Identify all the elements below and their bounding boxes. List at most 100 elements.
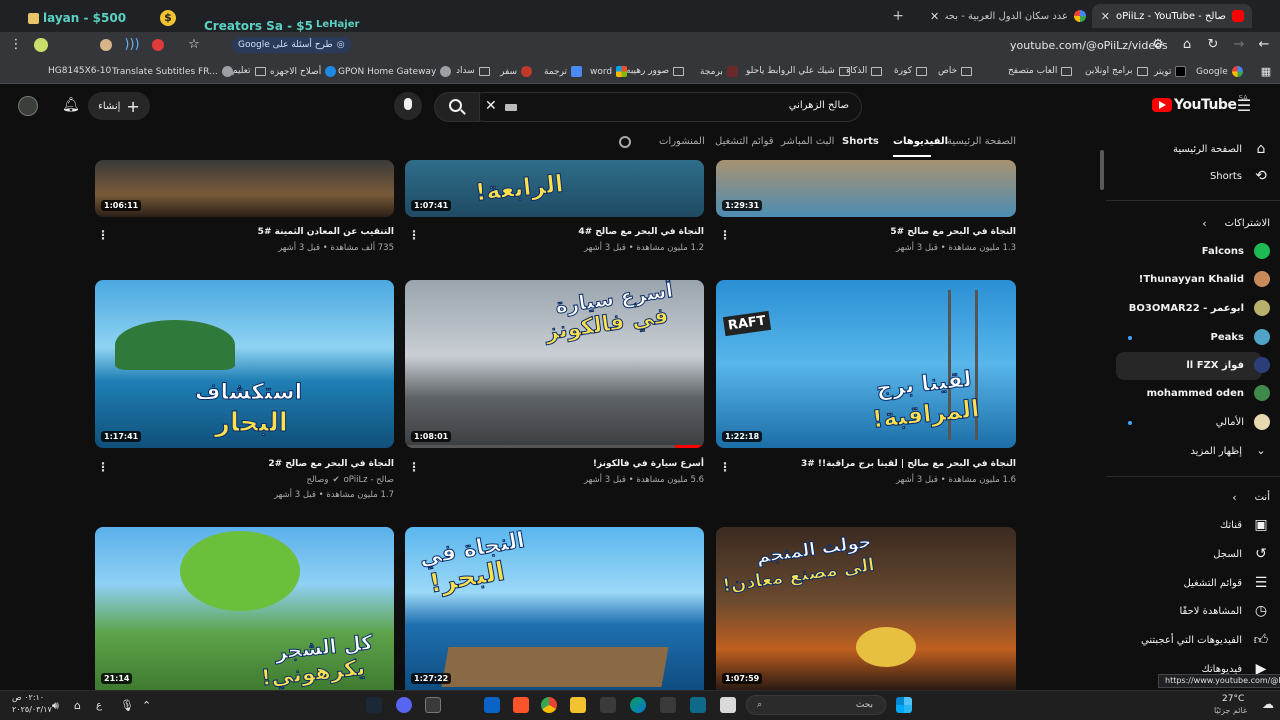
steam-icon[interactable] xyxy=(366,697,382,713)
content-scrollbar[interactable] xyxy=(1098,130,1106,690)
channel-search-icon[interactable] xyxy=(619,136,631,148)
edge-icon[interactable] xyxy=(630,697,646,713)
speaker-icon[interactable]: 🔊︎ xyxy=(52,699,59,713)
video-thumbnail[interactable]: أسرع سيارة في فالكونز 1:08:01 xyxy=(405,280,704,448)
video-menu-icon[interactable]: ⋮ xyxy=(719,461,731,473)
sidebar-item-playlists[interactable]: ☰ قوائم التشغيل xyxy=(1183,570,1270,596)
bookmark-item[interactable]: Translate Subtitles FR... xyxy=(112,66,233,77)
extension-lehajer[interactable]: LeHajer xyxy=(316,16,359,32)
sidebar-item-shorts[interactable]: ⟲ Shorts xyxy=(1210,163,1270,189)
video-menu-icon[interactable]: ⋮ xyxy=(97,229,109,241)
video-title[interactable]: النجاة في البحر مع صالح #4 xyxy=(578,227,704,237)
xbox-icon[interactable] xyxy=(425,697,441,713)
weather-desc[interactable]: غائم جزئيًا xyxy=(1214,706,1247,715)
bookmark-item[interactable]: GPON Home Gateway xyxy=(338,66,452,77)
sidebar-sub-item[interactable]: mohammed oden xyxy=(1147,380,1270,406)
apps-grid-icon[interactable]: ▦ xyxy=(1258,64,1274,80)
chevron-up-icon[interactable]: ⌃ xyxy=(142,699,151,712)
bookmark-item[interactable]: صوور رهيبه xyxy=(626,66,685,76)
bookmark-item[interactable]: أصلاح الاجهزه xyxy=(270,66,337,77)
bookmark-item[interactable]: العاب متصفح xyxy=(1008,66,1073,76)
sidebar-show-more[interactable]: ⌄ إظهار المزيد xyxy=(1190,438,1270,464)
bookmark-item[interactable]: كورة xyxy=(894,66,927,76)
video-thumbnail[interactable]: حولت المنجم الى مصنع معادن! 1:07:59 xyxy=(716,527,1016,690)
subscriptions-header[interactable]: الاشتراكات › xyxy=(1202,210,1270,236)
ask-google-button[interactable]: ◎ طرح أسئلة على Google xyxy=(232,37,351,53)
sidebar-item-history[interactable]: ↺ السجل xyxy=(1213,541,1270,567)
bookmark-item[interactable]: تعليم xyxy=(232,66,266,76)
video-menu-icon[interactable]: ⋮ xyxy=(719,229,731,241)
sidebar-item-home[interactable]: ⌂ الصفحة الرئيسية xyxy=(1173,136,1270,162)
video-thumbnail[interactable]: 1:06:11 xyxy=(95,160,394,217)
tab-live[interactable]: البث المباشر xyxy=(781,136,834,147)
clear-search-icon[interactable]: ✕ xyxy=(485,98,497,114)
search-input[interactable]: صالح الزهراني ✕ xyxy=(470,92,862,122)
voice-search-button[interactable] xyxy=(394,92,422,120)
tab-youtube[interactable]: صالح - oPiiLz - YouTube ✕ xyxy=(1092,4,1252,28)
keyboard-icon[interactable] xyxy=(505,104,517,111)
bookmark-item[interactable]: سداد xyxy=(456,66,490,76)
back-icon[interactable]: ← xyxy=(1256,37,1272,53)
bookmark-item[interactable]: Google xyxy=(1196,66,1243,77)
app-icon[interactable] xyxy=(690,697,706,713)
notifications-bell-icon[interactable]: 🔔︎ xyxy=(62,97,80,113)
bookmark-item[interactable]: شيك علي الروابط ياحلو xyxy=(746,66,850,76)
address-bar[interactable]: youtube.com/@oPiiLz/videos xyxy=(1010,39,1168,52)
weather-cloud-icon[interactable]: ☁ xyxy=(1262,697,1274,711)
video-thumbnail[interactable]: استكشاف البحار 1:17:41 xyxy=(95,280,394,448)
sidebar-sub-item[interactable]: Peaks xyxy=(1211,324,1270,350)
input-language[interactable]: ع xyxy=(96,700,102,711)
bookmark-item[interactable]: HG8145X6-10 xyxy=(48,66,111,76)
network-icon[interactable]: ⌂ xyxy=(74,699,81,712)
dollar-icon[interactable]: $ xyxy=(160,10,176,26)
bookmark-item[interactable]: الذكاء xyxy=(846,66,883,76)
microphone-tray-icon[interactable]: 🎙︎ xyxy=(120,699,134,712)
youtube-logo[interactable]: YouTube SA xyxy=(1152,94,1248,113)
extension-avatar-icon[interactable] xyxy=(100,39,112,51)
store-icon[interactable] xyxy=(600,697,616,713)
create-button[interactable]: إنشاء + xyxy=(88,92,150,120)
bookmark-item[interactable]: ترجمة xyxy=(544,66,583,77)
site-info-icon[interactable]: ⚙ xyxy=(1150,37,1166,53)
task-view-icon[interactable] xyxy=(720,697,736,713)
video-title[interactable]: النجاة في البحر مع صالح #5 xyxy=(890,227,1016,237)
sidebar-sub-item[interactable]: فواز ll FZX xyxy=(1186,352,1270,378)
tab-posts[interactable]: المنشورات xyxy=(659,136,705,147)
tab-videos[interactable]: الفيديوهات xyxy=(893,136,948,147)
menu-dots-icon[interactable]: ⋮ xyxy=(8,37,24,53)
sidebar-sub-item[interactable]: الأمالي xyxy=(1216,409,1270,435)
video-title[interactable]: النجاة في البحر مع صالح #2 xyxy=(268,459,394,469)
video-title[interactable]: النجاة في البحر مع صالح | لقينا برج مراق… xyxy=(801,459,1016,469)
sidebar-sub-item[interactable]: ابوعمر - BO3OMAR22 xyxy=(1129,295,1270,321)
sidebar-sub-item[interactable]: Thunayyan Khalid! xyxy=(1139,266,1270,292)
sidebar-sub-item[interactable]: Falcons xyxy=(1202,238,1270,264)
clock-time[interactable]: ٠٢:١٠ ص xyxy=(12,693,44,702)
video-thumbnail[interactable]: RAFT لقينا برج المراقبة! 1:22:18 xyxy=(716,280,1016,448)
content-scrollbar-thumb[interactable] xyxy=(1100,150,1104,190)
close-tab-icon[interactable]: ✕ xyxy=(930,10,939,23)
tab-playlists[interactable]: قوائم التشغيل xyxy=(715,136,774,147)
weather-temp[interactable]: 27°C xyxy=(1222,694,1244,704)
sidebar-item-liked[interactable]: 👍︎ الفيديوهات التي أعجبتني xyxy=(1141,627,1270,653)
home-button-icon[interactable]: ⌂ xyxy=(1179,37,1195,53)
bookmark-item[interactable]: برمجة xyxy=(700,66,738,77)
account-avatar[interactable] xyxy=(18,96,38,116)
bookmark-item[interactable]: خاص xyxy=(938,66,973,76)
outlook-icon[interactable] xyxy=(484,697,500,713)
brave-icon[interactable] xyxy=(513,697,529,713)
reload-icon[interactable]: ↻ xyxy=(1205,37,1221,53)
video-thumbnail[interactable]: الرابعة! 1:07:41 xyxy=(405,160,704,217)
you-header[interactable]: أنت › xyxy=(1232,484,1270,510)
tab-google-search[interactable]: عدد سكان الدول العربية - بحث Google ✕ xyxy=(922,4,1094,28)
video-menu-icon[interactable]: ⋮ xyxy=(408,461,420,473)
video-title[interactable]: أسرع سيارة في فالكونز! xyxy=(593,459,704,469)
record-extension-icon[interactable] xyxy=(152,39,164,51)
video-channel-line[interactable]: صالح - oPiiLz ✔ وصالح xyxy=(306,475,394,485)
tab-home[interactable]: الصفحة الرئيسية xyxy=(947,136,1016,147)
wifi-extension-icon[interactable]: ))) xyxy=(124,37,140,53)
video-thumbnail[interactable]: كل الشجر يكرهوني! 21:14 xyxy=(95,527,394,690)
forward-icon[interactable]: → xyxy=(1231,37,1247,53)
bookmark-item[interactable]: سفر xyxy=(500,66,533,77)
close-tab-icon[interactable]: ✕ xyxy=(1101,10,1110,23)
start-button-icon[interactable] xyxy=(896,697,912,713)
